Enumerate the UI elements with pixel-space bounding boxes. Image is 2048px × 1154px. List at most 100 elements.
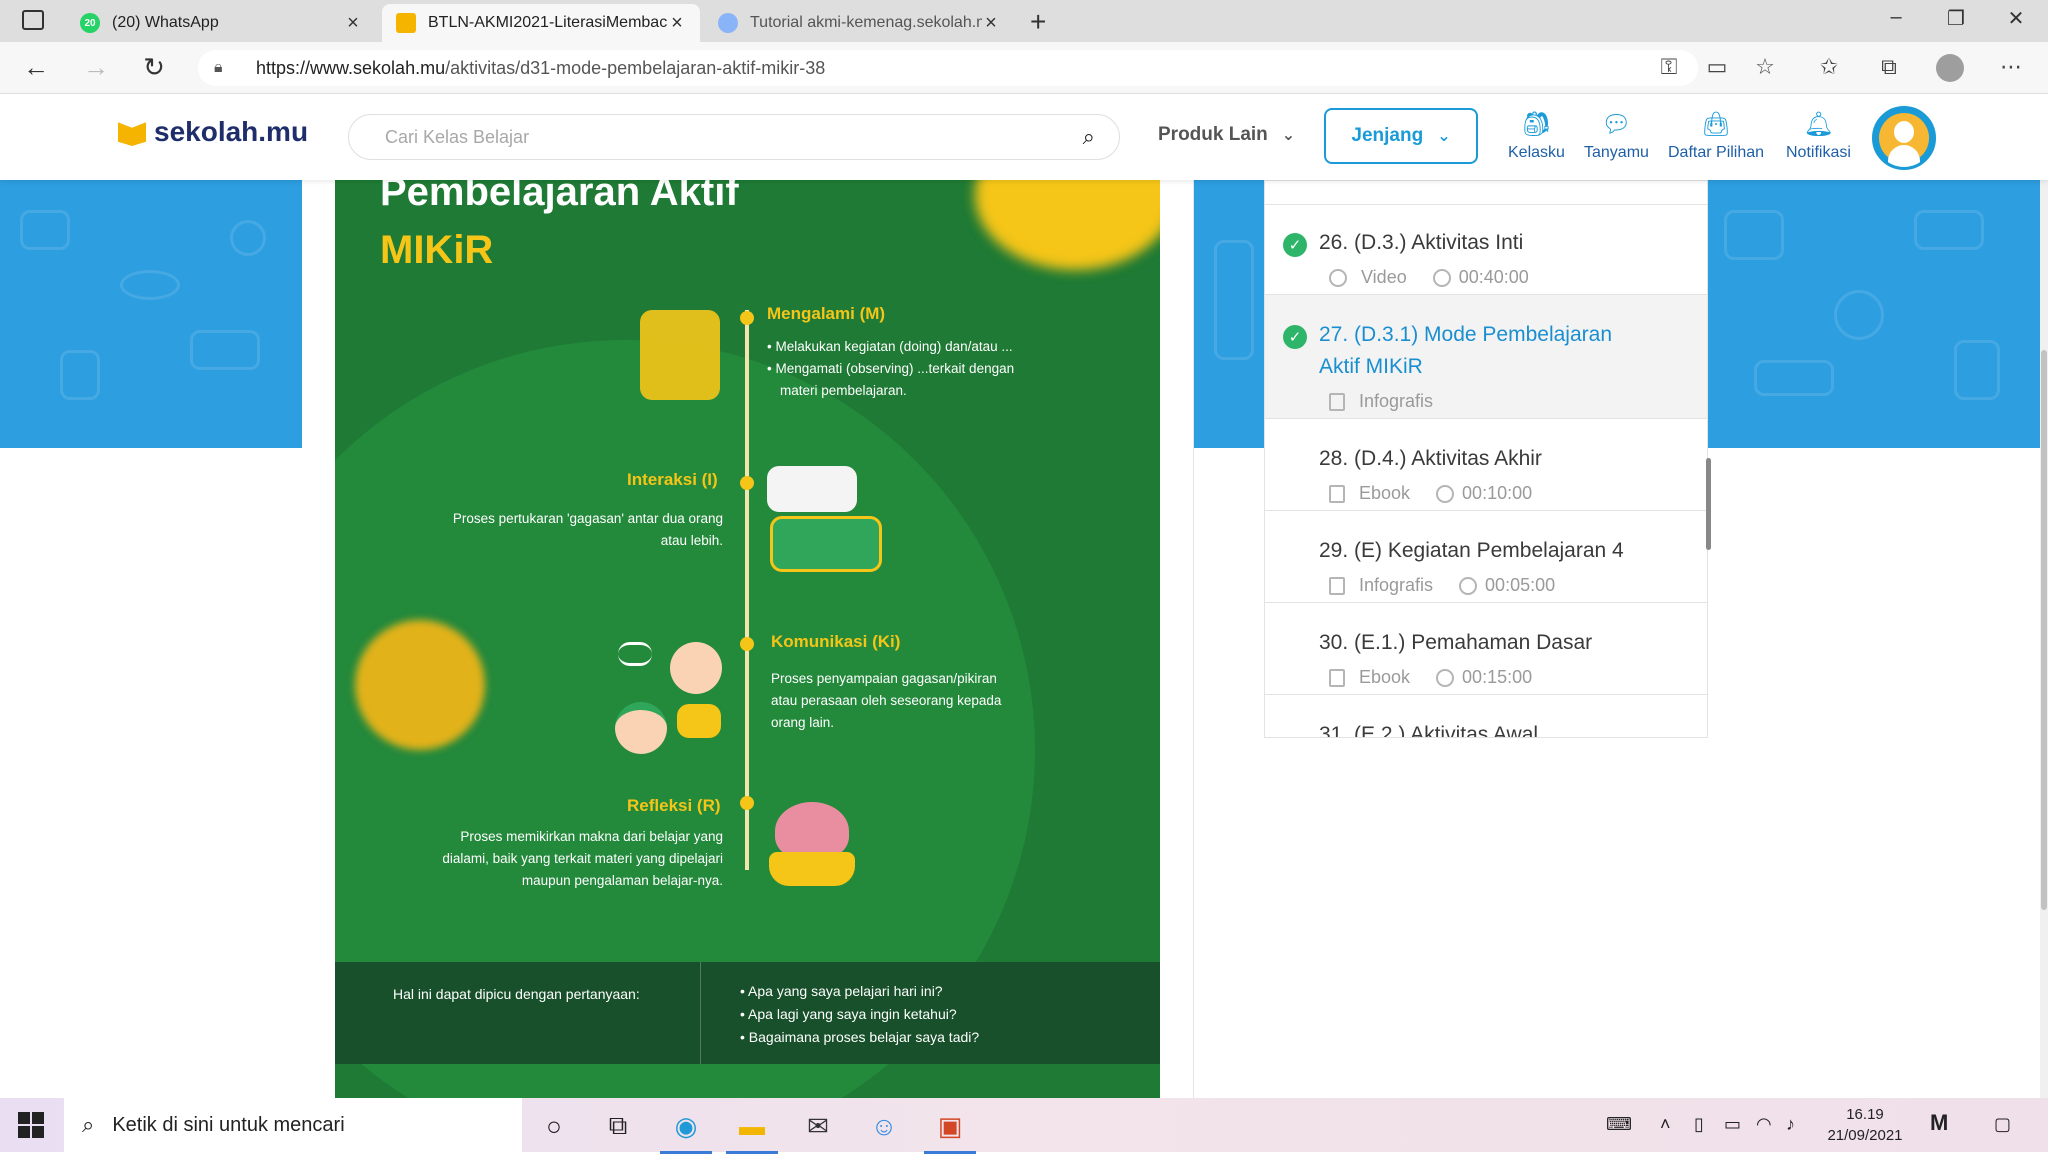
- footer-question-list: Apa yang saya pelajari hari ini? Apa lag…: [740, 980, 979, 1049]
- keyboard-icon[interactable]: ⌨: [1606, 1114, 1632, 1135]
- nav-kelasku[interactable]: 🎒︎ Kelasku: [1508, 110, 1565, 162]
- lesson-item-29[interactable]: 29. (E) Kegiatan Pembelajaran 4 Infograf…: [1265, 511, 1707, 603]
- address-bar[interactable]: 🔒︎ https://www.sekolah.mu /aktivitas/d31…: [198, 50, 1698, 86]
- close-tab-icon[interactable]: ×: [668, 12, 686, 35]
- logo-text: sekolah.mu: [154, 116, 309, 147]
- clock-icon: [1459, 576, 1478, 595]
- chat-app-icon[interactable]: ☺: [864, 1106, 904, 1146]
- tab-title: Tutorial akmi-kemenag.sekolah.m: [750, 14, 982, 31]
- lesson-list-scrollbar[interactable]: [1706, 458, 1711, 550]
- question-bubble-icon: 💬︎: [1601, 110, 1632, 138]
- chevron-up-icon[interactable]: ˄: [1660, 1114, 1671, 1135]
- user-avatar[interactable]: [1872, 106, 1936, 170]
- clock-icon: [1436, 668, 1455, 687]
- reading-student-icon: [640, 310, 720, 400]
- clock-icon: [1436, 484, 1455, 503]
- tab-actions-icon[interactable]: [22, 10, 44, 30]
- tab-whatsapp[interactable]: 20 (20) WhatsApp ×: [66, 4, 376, 42]
- bell-icon: 🔔︎: [1803, 110, 1834, 138]
- chat-bubbles-icon: [767, 466, 857, 512]
- key-icon[interactable]: ⚿: [1652, 54, 1686, 80]
- tab-tutorial-akmi[interactable]: Tutorial akmi-kemenag.sekolah.m ×: [704, 4, 1014, 42]
- system-clock[interactable]: 16.19 21/09/2021: [1818, 1104, 1912, 1146]
- reload-icon[interactable]: ↻: [136, 52, 172, 83]
- hand-icon: [769, 852, 855, 886]
- close-tab-icon[interactable]: ×: [982, 12, 1000, 35]
- close-window-icon[interactable]: ✕: [1996, 6, 2036, 31]
- tab-btln-akmi[interactable]: BTLN-AKMI2021-LiterasiMembac ×: [382, 4, 700, 42]
- cortana-icon[interactable]: ○: [534, 1106, 574, 1146]
- drive-favicon-icon: [718, 13, 738, 33]
- video-icon: [1329, 268, 1347, 287]
- page-scrollbar[interactable]: [2040, 180, 2048, 1098]
- lesson-item-30[interactable]: 30. (E.1.) Pemahaman Dasar Ebook 00:15:0…: [1265, 603, 1707, 695]
- mengalami-heading: Mengalami (M): [767, 304, 886, 323]
- timeline-dot: [740, 637, 754, 651]
- document-icon: [1329, 392, 1345, 411]
- lesson-item-31[interactable]: 31. (E.2.) Aktivitas Awal: [1265, 695, 1707, 737]
- lesson-item-27[interactable]: ✓ 27. (D.3.1) Mode Pembelajaran Aktif MI…: [1265, 295, 1707, 419]
- logo-mark-icon: [118, 122, 146, 146]
- footer-question: Bagaimana proses belajar saya tadi?: [740, 1026, 979, 1049]
- document-icon: [1329, 484, 1345, 503]
- restore-icon[interactable]: ❐: [1936, 6, 1976, 31]
- collections-icon[interactable]: ⧉: [1872, 54, 1906, 80]
- timeline-dot: [740, 311, 754, 325]
- close-tab-icon[interactable]: ×: [344, 12, 362, 35]
- lesson-title: 29. (E) Kegiatan Pembelajaran 4: [1319, 539, 1624, 562]
- komunikasi-text: Proses penyampaian gagasan/pikiran atau …: [771, 671, 1002, 730]
- timeline-dot: [740, 476, 754, 490]
- file-explorer-icon[interactable]: ▬: [726, 1106, 778, 1154]
- lock-icon: 🔒︎: [214, 59, 223, 76]
- decorative-banner-left: [0, 180, 302, 448]
- produk-lain-dropdown[interactable]: Produk Lain ⌄: [1158, 124, 1295, 146]
- task-view-icon[interactable]: ⧉: [598, 1106, 638, 1146]
- forward-icon[interactable]: →: [78, 52, 114, 83]
- more-menu-icon[interactable]: ⋯: [1994, 54, 2028, 80]
- interaksi-text: Proses pertukaran 'gagasan' antar dua or…: [452, 511, 723, 548]
- mengalami-bullets: Melakukan kegiatan (doing) dan/atau ... …: [767, 336, 1014, 380]
- volume-icon[interactable]: ♪: [1786, 1114, 1795, 1135]
- add-favorite-icon[interactable]: ☆: [1748, 54, 1782, 80]
- infographic-title: Pembelajaran Aktif: [380, 180, 739, 214]
- browser-profile-icon[interactable]: [1936, 54, 1964, 82]
- back-icon[interactable]: ←: [18, 52, 54, 83]
- komunikasi-heading: Komunikasi (Ki): [771, 632, 901, 651]
- search-icon: ⌕: [82, 1112, 95, 1137]
- mail-icon[interactable]: ✉: [798, 1106, 838, 1146]
- nav-tanyamu[interactable]: 💬︎ Tanyamu: [1584, 110, 1649, 162]
- lesson-item-28[interactable]: 28. (D.4.) Aktivitas Akhir Ebook 00:10:0…: [1265, 419, 1707, 511]
- minimize-icon[interactable]: –: [1876, 6, 1916, 29]
- search-icon[interactable]: ⌕: [1083, 124, 1095, 150]
- jenjang-dropdown[interactable]: Jenjang ⌄: [1324, 108, 1478, 164]
- refleksi-text: Proses memikirkan makna dari belajar yan…: [442, 829, 723, 888]
- lesson-meta: Video 00:40:00: [1329, 267, 1529, 288]
- discussion-people-icon: [770, 516, 882, 572]
- new-tab-button[interactable]: +: [1030, 6, 1046, 38]
- taskbar-search-input[interactable]: [112, 1113, 522, 1137]
- app-logo-icon[interactable]: M: [1930, 1110, 1948, 1136]
- completed-check-icon: ✓: [1283, 233, 1307, 257]
- device-icon[interactable]: ▯: [1694, 1114, 1704, 1135]
- windows-start-icon[interactable]: [18, 1112, 44, 1138]
- browser-toolbar: ← → ↻ 🔒︎ https://www.sekolah.mu /aktivit…: [0, 42, 2048, 94]
- bag-icon: 👜︎: [1700, 110, 1732, 138]
- nav-daftar-pilihan[interactable]: 👜︎ Daftar Pilihan: [1668, 110, 1764, 162]
- lesson-meta: Ebook 00:15:00: [1329, 667, 1532, 688]
- favorites-icon[interactable]: ✩: [1812, 54, 1846, 80]
- wifi-icon[interactable]: ◠: [1756, 1114, 1772, 1135]
- powerpoint-icon[interactable]: ▣: [924, 1106, 976, 1154]
- lesson-meta: Infografis: [1329, 391, 1433, 412]
- lesson-title: 30. (E.1.) Pemahaman Dasar: [1319, 631, 1593, 654]
- read-aloud-icon[interactable]: ▭: [1700, 54, 1734, 80]
- notification-center-icon[interactable]: ▢: [1994, 1114, 2011, 1135]
- search-input[interactable]: [385, 126, 1083, 148]
- lesson-item-26[interactable]: ✓ 26. (D.3.) Aktivitas Inti Video 00:40:…: [1265, 203, 1707, 295]
- lesson-title: 28. (D.4.) Aktivitas Akhir: [1319, 447, 1542, 470]
- sekolahmu-logo[interactable]: sekolah.mu: [118, 116, 308, 148]
- edge-icon[interactable]: ◉: [660, 1106, 712, 1154]
- timeline-line: [745, 310, 749, 870]
- nav-label: Tanyamu: [1584, 144, 1649, 161]
- nav-notifikasi[interactable]: 🔔︎ Notifikasi: [1786, 110, 1851, 162]
- battery-icon[interactable]: ▭: [1724, 1114, 1741, 1135]
